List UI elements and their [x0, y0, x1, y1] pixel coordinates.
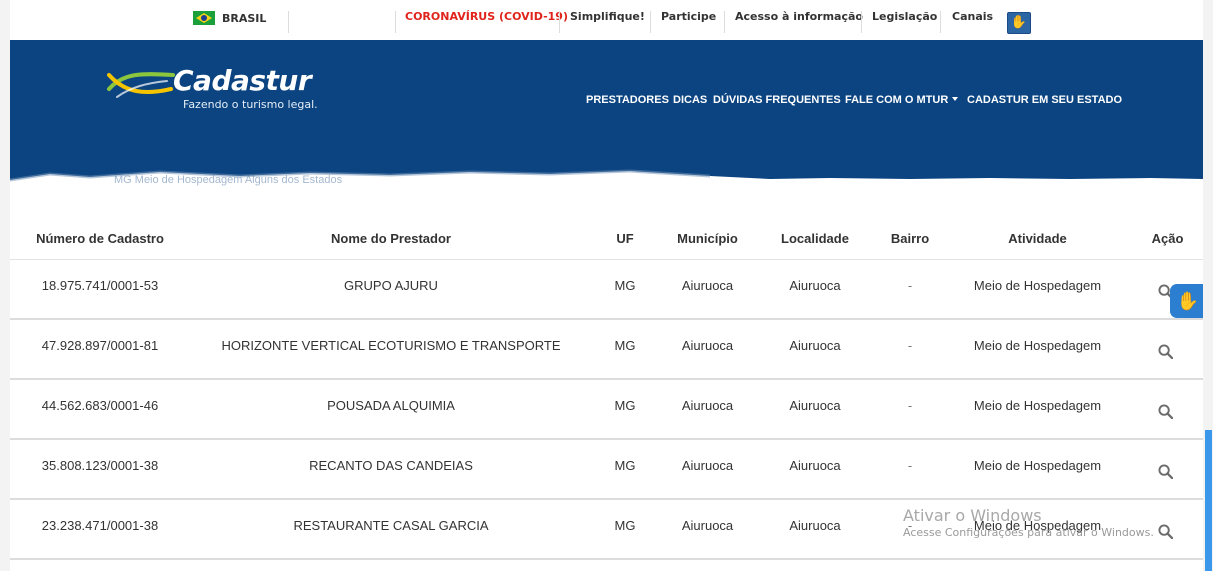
cell-bairro: -: [907, 458, 913, 473]
windows-activation-watermark: Ativar o Windows Acesse Configurações pa…: [903, 506, 1154, 539]
caret-down-icon: [952, 97, 959, 101]
cell-bairro: -: [907, 398, 913, 413]
cell-bairro: -: [907, 338, 913, 353]
divider: [724, 11, 725, 33]
divider: [288, 11, 289, 33]
column-header[interactable]: Município: [660, 231, 755, 246]
column-header[interactable]: Nome do Prestador: [190, 231, 592, 246]
divider: [395, 11, 396, 33]
cell-uf: MG: [614, 278, 636, 293]
cell-numero-cadastro: 47.928.897/0001-81: [41, 338, 159, 353]
brazil-flag-icon: [193, 11, 215, 25]
column-header[interactable]: UF: [605, 231, 645, 246]
cell-nome-prestador: RECANTO DAS CANDEIAS: [309, 458, 473, 473]
logo-name[interactable]: Cadastur: [173, 64, 312, 97]
acesso-informacao-link[interactable]: Acesso à informação: [735, 10, 863, 32]
cell-localidade: Aiuruoca: [789, 398, 841, 413]
cell-uf: MG: [614, 398, 636, 413]
divider: [861, 11, 862, 33]
search-icon[interactable]: [1158, 524, 1173, 539]
cell-nome-prestador: GRUPO AJURU: [344, 278, 438, 293]
table-row[interactable]: 44.562.683/0001-46 POUSADA ALQUIMIA MG A…: [10, 380, 1203, 440]
cell-municipio: Aiuruoca: [681, 518, 734, 533]
simplifique-link[interactable]: Simplifique!: [570, 10, 645, 32]
column-header: Ação: [1151, 231, 1184, 246]
cell-uf: MG: [614, 338, 636, 353]
nav-prestadores[interactable]: PRESTADORES: [586, 94, 669, 106]
cell-numero-cadastro: 23.238.471/0001-38: [41, 518, 159, 533]
nav-cadastur-estado[interactable]: CADASTUR EM SEU ESTADO: [967, 94, 1122, 106]
cell-nome-prestador: RESTAURANTE CASAL GARCIA: [293, 518, 489, 533]
nav-fale-label: FALE COM O MTUR: [845, 94, 949, 106]
cell-numero-cadastro: 44.562.683/0001-46: [41, 398, 159, 413]
table-row[interactable]: 35.808.123/0001-38 RECANTO DAS CANDEIAS …: [10, 440, 1203, 500]
search-icon[interactable]: [1158, 404, 1173, 419]
watermark-subtitle: Acesse Configurações para ativar o Windo…: [903, 526, 1154, 539]
column-header[interactable]: Bairro: [875, 231, 945, 246]
scrollbar-thumb[interactable]: [1205, 430, 1212, 571]
accessibility-hands-icon[interactable]: ✋: [1170, 284, 1206, 318]
cell-atividade: Meio de Hospedagem: [973, 278, 1102, 293]
breadcrumb: MG Meio de Hospedagem Alguns dos Estados: [114, 174, 343, 186]
logo-tagline: Fazendo o turismo legal.: [183, 98, 318, 111]
cell-municipio: Aiuruoca: [681, 458, 734, 473]
cell-atividade: Meio de Hospedagem: [973, 458, 1102, 473]
cadastur-logo-icon[interactable]: [107, 67, 175, 103]
nav-duvidas-frequentes[interactable]: DÚVIDAS FREQUENTES: [713, 94, 841, 106]
page-frame: BRASIL CORONAVÍRUS (COVID-19) Simplifiqu…: [10, 0, 1203, 571]
cell-municipio: Aiuruoca: [681, 278, 734, 293]
legislacao-link[interactable]: Legislação: [872, 10, 937, 32]
watermark-title: Ativar o Windows: [903, 506, 1042, 525]
column-header[interactable]: Número de Cadastro: [10, 231, 190, 246]
cell-numero-cadastro: 18.975.741/0001-53: [41, 278, 159, 293]
table-row[interactable]: 18.975.741/0001-53 GRUPO AJURU MG Aiuruo…: [10, 260, 1203, 320]
cell-localidade: Aiuruoca: [789, 338, 841, 353]
site-header: Cadastur Fazendo o turismo legal. PRESTA…: [10, 40, 1203, 190]
cell-nome-prestador: HORIZONTE VERTICAL ECOTURISMO E TRANSPOR…: [221, 338, 561, 353]
cell-atividade: Meio de Hospedagem: [973, 398, 1102, 413]
column-header[interactable]: Atividade: [950, 231, 1125, 246]
search-icon[interactable]: [1158, 344, 1173, 359]
covid-link[interactable]: CORONAVÍRUS (COVID-19): [405, 10, 568, 32]
table-header: Número de Cadastro Nome do Prestador UF …: [10, 215, 1203, 260]
canais-link[interactable]: Canais: [952, 10, 993, 32]
cell-uf: MG: [614, 458, 636, 473]
cell-localidade: Aiuruoca: [789, 518, 841, 533]
cell-municipio: Aiuruoca: [681, 398, 734, 413]
cell-atividade: Meio de Hospedagem: [973, 338, 1102, 353]
column-header[interactable]: Localidade: [765, 231, 865, 246]
nav-dicas[interactable]: DICAS: [673, 94, 707, 106]
hand-sign-icon[interactable]: ✋: [1007, 12, 1031, 34]
divider: [940, 11, 941, 33]
cell-numero-cadastro: 35.808.123/0001-38: [41, 458, 159, 473]
divider: [650, 11, 651, 33]
cell-municipio: Aiuruoca: [681, 338, 734, 353]
cell-localidade: Aiuruoca: [789, 278, 841, 293]
cell-localidade: Aiuruoca: [789, 458, 841, 473]
gov-brasil-link[interactable]: BRASIL: [193, 11, 266, 33]
gov-top-bar: BRASIL CORONAVÍRUS (COVID-19) Simplifiqu…: [10, 0, 1203, 40]
nav-fale-com-mtur[interactable]: FALE COM O MTUR: [845, 94, 959, 106]
gov-brasil-label: BRASIL: [222, 12, 267, 25]
search-icon[interactable]: [1158, 464, 1173, 479]
divider: [559, 11, 560, 33]
cell-nome-prestador: POUSADA ALQUIMIA: [327, 398, 455, 413]
table-row[interactable]: 47.928.897/0001-81 HORIZONTE VERTICAL EC…: [10, 320, 1203, 380]
cell-uf: MG: [614, 518, 636, 533]
participe-link[interactable]: Participe: [661, 10, 716, 32]
cell-bairro: -: [907, 278, 913, 293]
